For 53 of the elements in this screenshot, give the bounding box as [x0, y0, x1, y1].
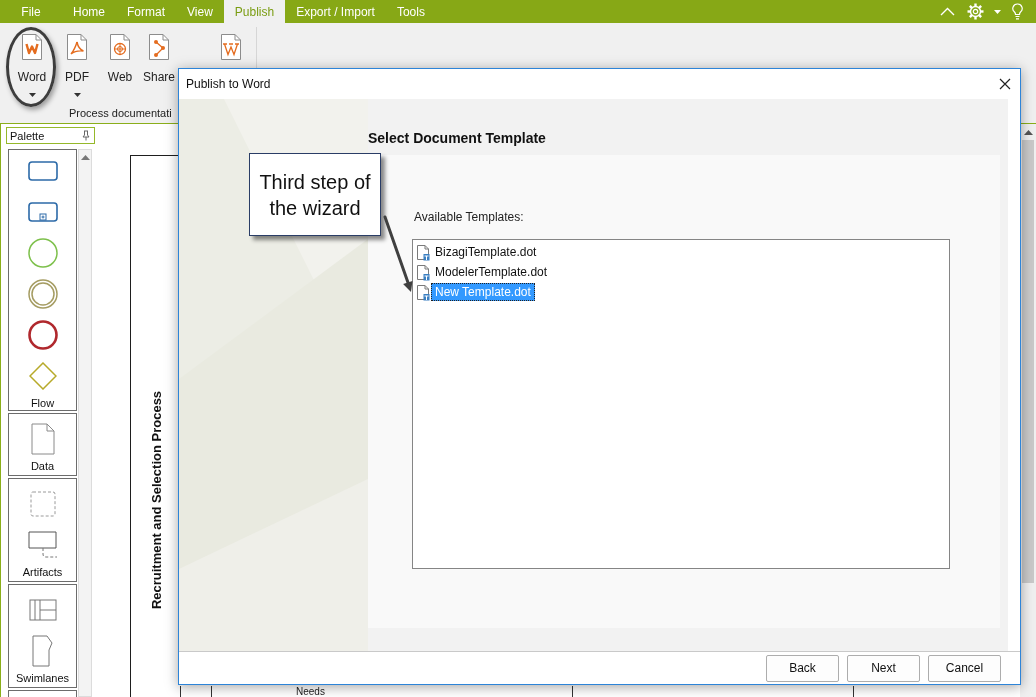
section-label: Data: [30, 459, 55, 473]
callout-note: Third step of the wizard: [249, 153, 381, 236]
pool-title: Recruitment and Selection Process: [148, 390, 164, 610]
word-button[interactable]: Word: [9, 27, 55, 101]
section-label: Artifacts: [22, 565, 63, 579]
word-file-icon: [20, 33, 44, 61]
pdf-button[interactable]: PDF: [55, 27, 99, 101]
lightbulb-icon[interactable]: [1012, 3, 1023, 20]
close-button[interactable]: [998, 77, 1012, 91]
scroll-up-icon[interactable]: [1023, 130, 1033, 135]
section-label: Swimlanes: [15, 671, 70, 685]
settings-icon[interactable]: [967, 3, 984, 20]
rounded-rectangle-icon[interactable]: [27, 160, 58, 181]
scrollbar-thumb[interactable]: [1022, 140, 1034, 583]
caret-icon[interactable]: [994, 9, 1001, 14]
group-label: Process documentati: [68, 106, 172, 120]
scrollbar[interactable]: [78, 149, 92, 697]
document-icon[interactable]: [30, 422, 55, 455]
lanes-icon[interactable]: [28, 598, 57, 621]
share-file-icon: [147, 33, 171, 61]
pdf-file-icon: [65, 33, 89, 61]
back-button[interactable]: Back: [766, 654, 839, 682]
list-label: Available Templates:: [414, 210, 524, 224]
close-icon: [999, 78, 1011, 90]
palette-title: Palette: [10, 129, 45, 142]
web-button[interactable]: Web: [99, 27, 141, 88]
collapse-icon[interactable]: [940, 7, 955, 16]
share-button[interactable]: Share: [141, 27, 177, 88]
thick-circle-icon[interactable]: [27, 319, 58, 350]
phase-icon[interactable]: [31, 634, 54, 667]
w-file-icon: [219, 33, 243, 61]
double-circle-icon[interactable]: [27, 278, 58, 309]
next-button[interactable]: Next: [847, 654, 920, 682]
dialog-title: Publish to Word: [186, 77, 271, 91]
dashed-rectangle-icon[interactable]: [29, 490, 56, 517]
lane-text: Needs: [296, 686, 326, 697]
file-icon: [416, 243, 430, 261]
subprocess-icon[interactable]: [27, 201, 58, 222]
globe-file-icon: [108, 33, 132, 61]
palette-section: [8, 690, 77, 697]
list-item[interactable]: ModelerTemplate.dot: [431, 263, 552, 281]
annotation-icon[interactable]: [27, 530, 58, 559]
file-icon: [416, 283, 430, 301]
pin-icon[interactable]: [82, 130, 90, 141]
scroll-up-icon[interactable]: [80, 155, 90, 160]
circle-icon[interactable]: [27, 237, 58, 268]
section-label: Flow: [30, 396, 55, 410]
diamond-icon[interactable]: [28, 361, 57, 390]
cancel-button[interactable]: Cancel: [928, 654, 1001, 682]
step-heading: Select Document Template: [368, 129, 546, 147]
list-item[interactable]: BizagiTemplate.dot: [431, 243, 541, 261]
template-list[interactable]: BizagiTemplate.dot ModelerTemplate.dot New Template.dot: [412, 239, 950, 569]
file-icon: [416, 263, 430, 281]
